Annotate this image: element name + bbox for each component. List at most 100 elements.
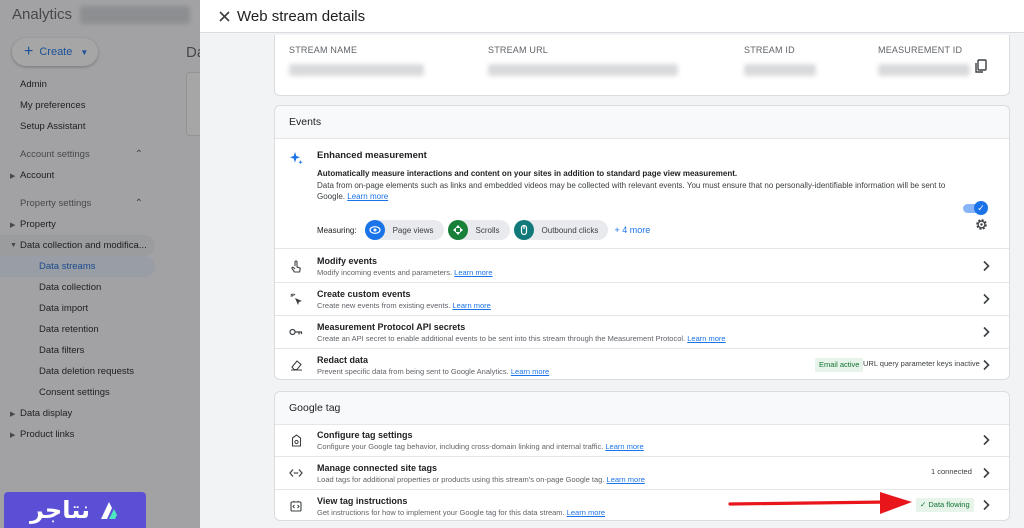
measurement-id-label: MEASUREMENT ID xyxy=(878,45,963,55)
row-desc: Configure your Google tag behavior, incl… xyxy=(317,442,644,451)
measuring-label: Measuring: xyxy=(317,225,357,235)
sparkle-icon xyxy=(290,152,303,165)
stream-id-field: STREAM ID xyxy=(744,45,824,76)
enhanced-measurement-note: Data from on-page elements such as links… xyxy=(317,180,957,202)
scroll-icon xyxy=(447,220,468,240)
learn-more-link[interactable]: Learn more xyxy=(687,334,725,343)
learn-more-link[interactable]: Learn more xyxy=(511,367,549,376)
chevron-right-icon xyxy=(983,293,990,305)
manage-connected-tags-row[interactable]: Manage connected site tags Load tags for… xyxy=(275,457,1009,490)
copy-icon[interactable] xyxy=(974,59,988,73)
enhanced-measurement-note-text: Data from on-page elements such as links… xyxy=(317,181,946,201)
row-desc: Create an API secret to enable additiona… xyxy=(317,334,726,343)
row-desc-text: Configure your Google tag behavior, incl… xyxy=(317,442,604,451)
url-query-status: URL query parameter keys inactive xyxy=(863,359,980,368)
eye-icon xyxy=(364,220,385,240)
measurement-id-field: MEASUREMENT ID xyxy=(878,45,973,76)
measurement-id-value-redacted xyxy=(878,64,970,76)
configure-tag-settings-row[interactable]: Configure tag settings Configure your Go… xyxy=(275,424,1009,457)
row-desc: Prevent specific data from being sent to… xyxy=(317,367,549,376)
stream-name-label: STREAM NAME xyxy=(289,45,358,55)
email-active-badge: Email active xyxy=(815,358,864,372)
chip-label: Outbound clicks xyxy=(541,225,599,235)
eraser-icon xyxy=(289,358,303,372)
stream-info-card: STREAM NAME STREAM URL STREAM ID MEASURE… xyxy=(274,35,1010,96)
row-title: Manage connected site tags xyxy=(317,463,438,473)
learn-more-link[interactable]: Learn more xyxy=(605,442,643,451)
more-events-link[interactable]: + 4 more xyxy=(614,225,650,235)
measurement-protocol-row[interactable]: Measurement Protocol API secrets Create … xyxy=(275,316,1009,349)
chevron-right-icon xyxy=(983,434,990,446)
chevron-right-icon xyxy=(983,326,990,338)
chip-page-views[interactable]: Page views xyxy=(364,220,444,240)
panel-header: Web stream details xyxy=(200,0,1024,33)
enhanced-measurement-desc: Automatically measure interactions and c… xyxy=(317,169,738,178)
create-custom-events-row[interactable]: Create custom events Create new events f… xyxy=(275,283,1009,316)
row-title: Measurement Protocol API secrets xyxy=(317,322,466,332)
row-desc: Load tags for additional properties or p… xyxy=(317,475,645,484)
measuring-chips: Measuring: Page views Scrolls Outbound c… xyxy=(317,220,650,240)
enhanced-measurement-title: Enhanced measurement xyxy=(317,150,427,161)
chevron-right-icon xyxy=(983,260,990,272)
check-icon: ✓ xyxy=(974,201,988,215)
row-desc-text: Create new events from existing events. xyxy=(317,301,451,310)
data-flowing-badge: ✓ Data flowing xyxy=(916,498,974,512)
events-header: Events xyxy=(275,106,1009,139)
row-title: Create custom events xyxy=(317,289,411,299)
row-title: Modify events xyxy=(317,256,378,266)
row-desc-text: Get instructions for how to implement yo… xyxy=(317,508,565,517)
google-tag-header: Google tag xyxy=(275,392,1009,425)
events-card: Events Enhanced measurement Automaticall… xyxy=(274,105,1010,380)
learn-more-link[interactable]: Learn more xyxy=(454,268,492,277)
stream-url-label: STREAM URL xyxy=(488,45,549,55)
key-icon xyxy=(289,325,303,339)
stream-name-field: STREAM NAME xyxy=(289,45,439,76)
brand-logo-icon xyxy=(101,502,118,519)
tag-settings-icon xyxy=(289,433,303,447)
mouse-icon xyxy=(513,220,534,240)
web-stream-details-panel: Web stream details STREAM NAME STREAM UR… xyxy=(200,0,1024,528)
stream-url-value-redacted xyxy=(488,64,678,76)
row-desc: Modify incoming events and parameters. L… xyxy=(317,268,493,277)
row-desc-text: Load tags for additional properties or p… xyxy=(317,475,605,484)
annotation-arrow-icon xyxy=(728,492,912,514)
sparkle-cursor-icon xyxy=(289,292,303,306)
code-arrows-icon xyxy=(289,466,303,480)
tag-code-icon xyxy=(289,499,303,513)
data-flowing-label: Data flowing xyxy=(928,500,970,509)
chip-scrolls[interactable]: Scrolls xyxy=(447,220,510,240)
brand-watermark: نتاجر xyxy=(4,492,146,528)
row-desc-text: Modify incoming events and parameters. xyxy=(317,268,453,277)
redact-data-row[interactable]: Redact data Prevent specific data from b… xyxy=(275,349,1009,382)
chevron-right-icon xyxy=(983,467,990,479)
enhanced-measurement-section: Enhanced measurement Automatically measu… xyxy=(275,140,1009,249)
enhanced-measurement-toggle[interactable]: ✓ xyxy=(963,201,988,215)
stream-url-field: STREAM URL xyxy=(488,45,688,76)
chevron-right-icon xyxy=(983,499,990,511)
chevron-right-icon xyxy=(983,359,990,371)
row-desc: Get instructions for how to implement yo… xyxy=(317,508,605,517)
learn-more-link[interactable]: Learn more xyxy=(607,475,645,484)
learn-more-link[interactable]: Learn more xyxy=(567,508,605,517)
chip-outbound-clicks[interactable]: Outbound clicks xyxy=(513,220,609,240)
row-title: Configure tag settings xyxy=(317,430,413,440)
enhanced-learn-more-link[interactable]: Learn more xyxy=(347,192,388,201)
modify-events-row[interactable]: Modify events Modify incoming events and… xyxy=(275,250,1009,283)
row-desc-text: Prevent specific data from being sent to… xyxy=(317,367,509,376)
stream-id-value-redacted xyxy=(744,64,816,76)
close-icon xyxy=(218,10,230,22)
chip-label: Page views xyxy=(392,225,434,235)
row-desc: Create new events from existing events. … xyxy=(317,301,491,310)
touch-icon xyxy=(289,259,303,273)
stream-name-value-redacted xyxy=(289,64,424,76)
chip-label: Scrolls xyxy=(475,225,500,235)
learn-more-link[interactable]: Learn more xyxy=(453,301,491,310)
row-title: View tag instructions xyxy=(317,496,408,506)
row-title: Redact data xyxy=(317,355,369,365)
gear-icon[interactable] xyxy=(975,218,988,231)
panel-title: Web stream details xyxy=(237,7,366,25)
row-desc-text: Create an API secret to enable additiona… xyxy=(317,334,686,343)
close-button[interactable] xyxy=(216,8,232,24)
stream-id-label: STREAM ID xyxy=(744,45,795,55)
connected-count: 1 connected xyxy=(931,467,972,476)
